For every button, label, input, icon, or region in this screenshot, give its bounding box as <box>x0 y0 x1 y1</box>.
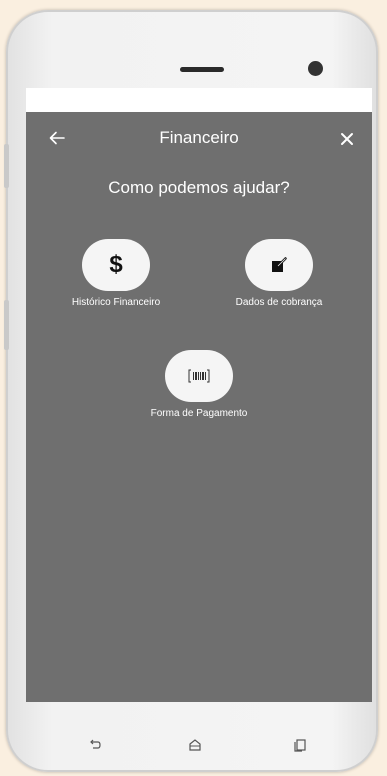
edit-icon <box>272 257 287 272</box>
dados-cobranca-label: Dados de cobrança <box>235 297 323 308</box>
historico-financeiro-label: Histórico Financeiro <box>71 297 161 308</box>
app-screen: Financeiro Como podemos ajudar? $ Histór… <box>26 88 372 702</box>
forma-pagamento-label: Forma de Pagamento <box>150 408 248 419</box>
close-icon[interactable] <box>340 132 354 146</box>
dados-cobranca-button[interactable] <box>245 239 313 291</box>
volume-button <box>4 144 9 188</box>
home-nav-icon[interactable] <box>188 738 202 752</box>
front-camera <box>308 61 323 76</box>
forma-pagamento-option[interactable]: Forma de Pagamento <box>129 350 269 419</box>
recent-apps-nav-icon[interactable] <box>293 738 307 752</box>
historico-financeiro-button[interactable]: $ <box>82 239 150 291</box>
back-nav-icon[interactable] <box>88 738 102 752</box>
header: Financeiro <box>26 112 372 170</box>
power-button <box>4 300 9 350</box>
navigation-bar <box>8 712 380 770</box>
barcode-icon <box>188 369 210 383</box>
forma-pagamento-button[interactable] <box>165 350 233 402</box>
speaker-grille <box>180 67 224 72</box>
dollar-icon: $ <box>109 251 123 278</box>
help-prompt: Como podemos ajudar? <box>108 178 290 197</box>
historico-financeiro-option[interactable]: $ Histórico Financeiro <box>46 239 186 308</box>
status-bar <box>26 88 372 112</box>
phone-frame: Financeiro Como podemos ajudar? $ Histór… <box>4 10 380 772</box>
page-title: Financeiro <box>159 128 239 147</box>
dados-cobranca-option[interactable]: Dados de cobrança <box>209 239 349 308</box>
